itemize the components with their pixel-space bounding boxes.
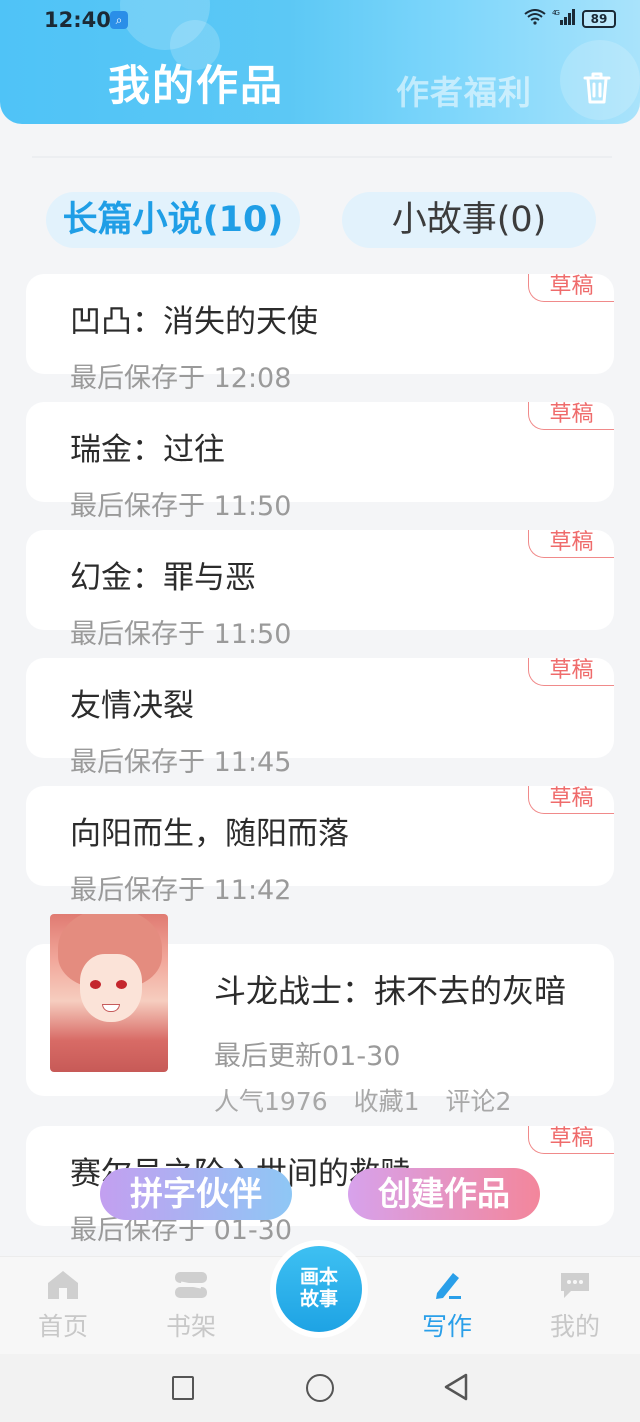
cover-art <box>116 980 127 989</box>
center-button-line1: 画本 <box>299 1266 338 1288</box>
popularity-count: 人气1976 <box>214 1087 328 1116</box>
comments-count: 评论2 <box>445 1087 512 1116</box>
work-card[interactable]: 友情决裂 最后保存于 11:45 草稿 <box>26 658 614 778</box>
draft-badge: 草稿 <box>528 402 614 430</box>
battery-indicator: 89 <box>582 10 616 28</box>
nav-mine[interactable]: 我的 <box>530 1263 620 1349</box>
nav-write[interactable]: 写作 <box>402 1263 492 1349</box>
draft-badge: 草稿 <box>528 658 614 686</box>
favorites-count: 收藏1 <box>353 1087 420 1116</box>
author-welfare-link[interactable]: 作者福利 <box>396 66 532 114</box>
published-work-title: 斗龙战士：抹不去的灰暗 <box>214 972 567 1010</box>
create-work-button[interactable]: 创建作品 <box>348 1168 540 1220</box>
work-card[interactable]: 瑞金：过往 最后保存于 11:50 草稿 <box>26 402 614 522</box>
tab-short-story[interactable]: 小故事(0) <box>342 192 596 248</box>
svg-text:4G: 4G <box>552 9 559 17</box>
book-cover-image[interactable] <box>50 914 168 1072</box>
work-title: 友情决裂 <box>70 688 194 724</box>
cover-art <box>90 980 101 989</box>
draft-badge: 草稿 <box>528 274 614 302</box>
system-status-icons: 4G 89 <box>524 8 616 30</box>
signal-icon: 4G <box>552 8 576 30</box>
home-button-icon[interactable] <box>306 1374 334 1402</box>
picture-story-button[interactable]: 画本 故事 <box>276 1246 362 1332</box>
center-button-line2: 故事 <box>299 1288 338 1310</box>
work-title: 向阳而生，随阳而落 <box>70 816 349 852</box>
back-icon[interactable] <box>442 1372 470 1402</box>
app-header: 12:40 ⌕ 4G 89 我的作品 作者福利 <box>0 0 640 124</box>
nav-label: 写作 <box>421 1312 472 1341</box>
draft-badge: 草稿 <box>528 1126 614 1154</box>
work-title: 凹凸：消失的天使 <box>70 304 318 340</box>
divider <box>32 156 612 158</box>
work-saved-time: 最后保存于 11:50 <box>70 619 292 650</box>
nav-label: 我的 <box>549 1312 600 1341</box>
work-saved-time: 最后保存于 11:45 <box>70 747 292 778</box>
work-saved-time: 最后保存于 11:50 <box>70 491 292 522</box>
tab-long-novel[interactable]: 长篇小说(10) <box>46 192 300 248</box>
pen-icon <box>436 1273 461 1299</box>
wifi-icon <box>524 9 546 29</box>
bookshelf-icon <box>175 1272 207 1298</box>
work-saved-time: 最后保存于 12:08 <box>70 363 292 394</box>
draft-badge: 草稿 <box>528 530 614 558</box>
work-saved-time: 最后保存于 11:42 <box>70 875 292 906</box>
nav-label: 首页 <box>37 1312 88 1341</box>
published-work-stats: 人气1976 收藏1 评论2 <box>214 1082 537 1118</box>
nav-home[interactable]: 首页 <box>18 1263 108 1349</box>
chat-icon <box>561 1273 589 1298</box>
work-card[interactable]: 向阳而生，随阳而落 最后保存于 11:42 草稿 <box>26 786 614 906</box>
work-title: 幻金：罪与恶 <box>70 560 256 596</box>
system-navigation-bar <box>0 1354 640 1422</box>
search-notification-icon: ⌕ <box>110 11 128 29</box>
trash-icon[interactable] <box>582 70 612 106</box>
published-work-updated: 最后更新01-30 <box>214 1041 401 1072</box>
work-title: 瑞金：过往 <box>70 432 225 468</box>
home-icon <box>48 1271 78 1299</box>
page-title: 我的作品 <box>108 61 285 110</box>
recent-apps-icon[interactable] <box>172 1376 194 1400</box>
word-partner-button[interactable]: 拼字伙伴 <box>100 1168 292 1220</box>
draft-badge: 草稿 <box>528 786 614 814</box>
status-time: 12:40 <box>44 8 111 32</box>
work-card[interactable]: 凹凸：消失的天使 最后保存于 12:08 草稿 <box>26 274 614 394</box>
nav-label: 书架 <box>165 1312 216 1341</box>
work-card[interactable]: 幻金：罪与恶 最后保存于 11:50 草稿 <box>26 530 614 650</box>
nav-bookshelf[interactable]: 书架 <box>146 1263 236 1349</box>
status-bar: 12:40 ⌕ 4G 89 <box>0 0 640 40</box>
